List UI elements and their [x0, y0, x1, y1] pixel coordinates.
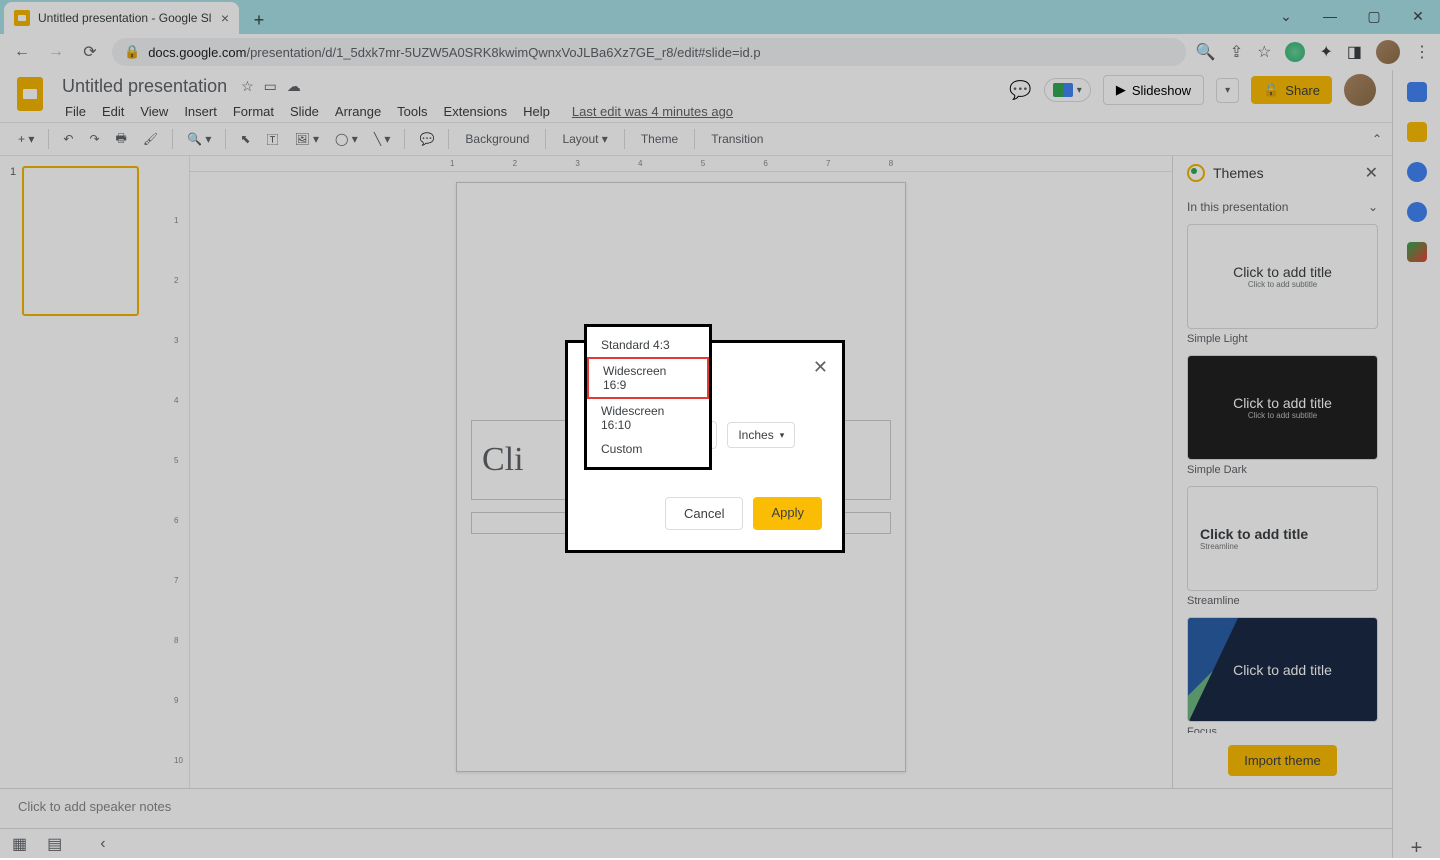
cancel-button[interactable]: Cancel — [665, 497, 743, 530]
dialog-close-icon[interactable]: ✕ — [813, 357, 828, 378]
aspect-ratio-dropdown: Standard 4:3Widescreen 16:9Widescreen 16… — [584, 324, 712, 470]
aspect-option-0[interactable]: Standard 4:3 — [587, 333, 709, 357]
aspect-option-1[interactable]: Widescreen 16:9 — [587, 357, 709, 399]
apply-button[interactable]: Apply — [753, 497, 822, 530]
aspect-option-3[interactable]: Custom — [587, 437, 709, 461]
units-select[interactable]: Inches ▾ — [727, 422, 795, 448]
aspect-option-2[interactable]: Widescreen 16:10 — [587, 399, 709, 437]
